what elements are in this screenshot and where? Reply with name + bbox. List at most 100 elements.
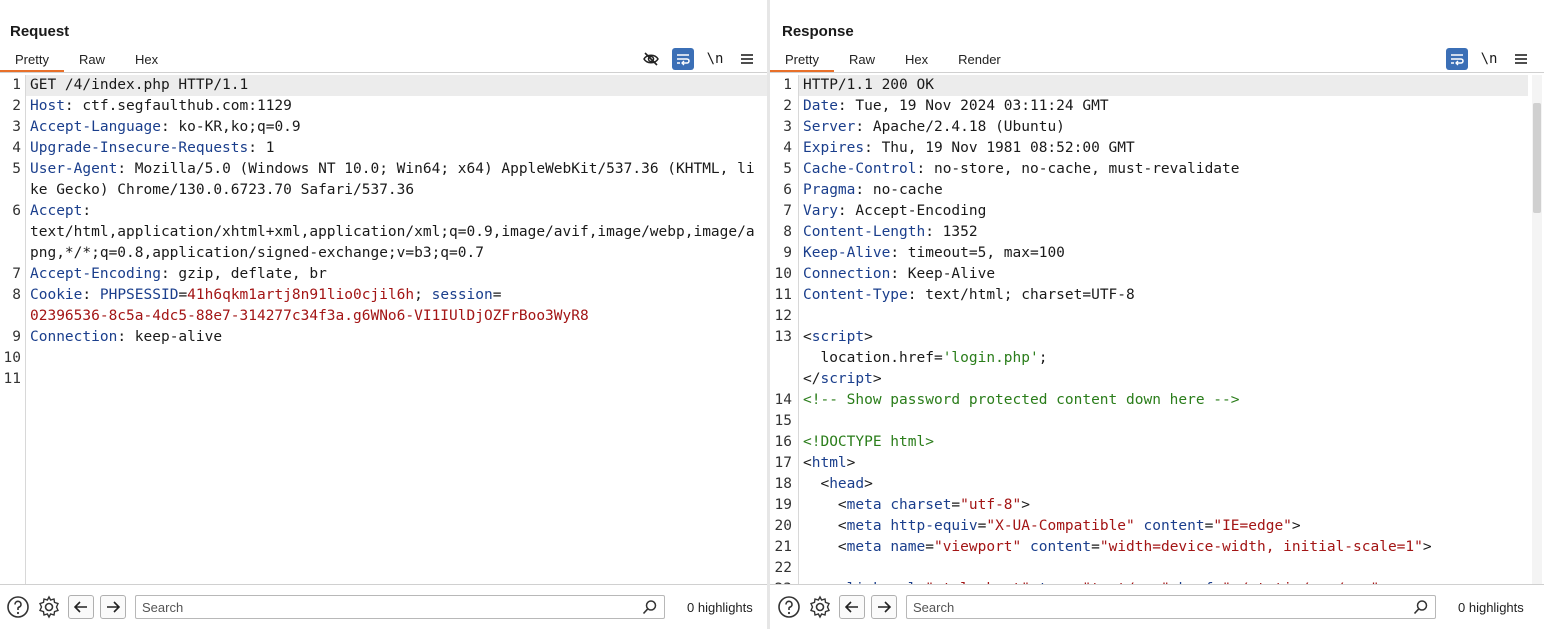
code-line[interactable]: 5 Cache-Control: no-store, no-cache, must… — [770, 159, 1544, 180]
code-line[interactable]: 4 Expires: Thu, 19 Nov 1981 08:52:00 GMT — [770, 138, 1544, 159]
line-number: 12 — [774, 308, 792, 324]
forward-button[interactable] — [871, 595, 897, 619]
code-token: http-equiv — [890, 518, 978, 534]
request-editor[interactable]: 1 GET /4/index.php HTTP/1.1 2 Host: ctf.seg… — [0, 75, 767, 584]
response-editor[interactable]: 1 HTTP/1.1 200 OK 2 Date: Tue, 19 Nov 2024 … — [770, 75, 1544, 584]
code-line[interactable]: 7 Accept-Encoding: gzip, deflate, br — [0, 264, 767, 285]
code-token: session — [431, 287, 493, 303]
code-line[interactable]: 1 HTTP/1.1 200 OK — [770, 75, 1544, 96]
wrap-lines-icon[interactable] — [1446, 48, 1468, 70]
code-token: Date — [803, 98, 838, 114]
code-line[interactable]: 17 <html> — [770, 453, 1544, 474]
line-number: 8 — [783, 224, 792, 240]
wrap-lines-icon[interactable] — [672, 48, 694, 70]
line-content: Content-Length: 1352 — [798, 222, 1528, 243]
code-token: meta — [846, 539, 882, 555]
newline-icon[interactable]: \n — [1478, 48, 1500, 70]
help-icon[interactable] — [776, 594, 802, 620]
highlights-count: 0 highlights — [687, 599, 753, 615]
line-number: 4 — [12, 140, 21, 156]
code-line[interactable]: 8 Content-Length: 1352 — [770, 222, 1544, 243]
code-line[interactable]: 8 Cookie: PHPSESSID=41h6qkm1artj8n91lio0c… — [0, 285, 767, 327]
line-content: GET /4/index.php HTTP/1.1 — [25, 75, 767, 96]
line-content: Keep-Alive: timeout=5, max=100 — [798, 243, 1528, 264]
newline-icon[interactable]: \n — [704, 48, 726, 70]
code-line[interactable]: 1 GET /4/index.php HTTP/1.1 — [0, 75, 767, 96]
line-number: 9 — [783, 245, 792, 261]
forward-button[interactable] — [100, 595, 126, 619]
code-line[interactable]: 20 <meta http-equiv="X-UA-Compatible" co… — [770, 516, 1544, 537]
code-token: Accept — [30, 203, 83, 219]
code-token: ; — [414, 287, 432, 303]
line-content: User-Agent: Mozilla/5.0 (Windows NT 10.0… — [25, 159, 767, 201]
request-tabs: Pretty Raw Hex — [0, 50, 173, 72]
code-line[interactable]: 2 Host: ctf.segfaulthub.com:1129 — [0, 96, 767, 117]
code-token: = — [925, 539, 934, 555]
tab-raw[interactable]: Raw — [64, 50, 120, 72]
code-line[interactable]: 9 Keep-Alive: timeout=5, max=100 — [770, 243, 1544, 264]
code-line[interactable]: 12 — [770, 306, 1544, 327]
code-line[interactable]: 21 <meta name="viewport" content="width=… — [770, 537, 1544, 558]
tab-pretty[interactable]: Pretty — [0, 50, 64, 72]
tab-render[interactable]: Render — [943, 50, 1016, 72]
code-line[interactable]: 13 <script> location.href='login.php'; </… — [770, 327, 1544, 390]
gear-icon[interactable] — [807, 594, 833, 620]
search-icon[interactable] — [1413, 599, 1429, 615]
code-line[interactable]: 22 — [770, 558, 1544, 579]
line-number: 7 — [783, 203, 792, 219]
tab-hex[interactable]: Hex — [120, 50, 173, 72]
menu-icon[interactable] — [1510, 48, 1532, 70]
code-token: content — [1143, 518, 1205, 534]
code-line[interactable]: 9 Connection: keep-alive — [0, 327, 767, 348]
code-line[interactable]: 10 Connection: Keep-Alive — [770, 264, 1544, 285]
code-line[interactable]: 11 — [0, 369, 767, 390]
code-line[interactable]: 3 Server: Apache/2.4.18 (Ubuntu) — [770, 117, 1544, 138]
line-content: Accept: text/html,application/xhtml+xml,… — [25, 201, 767, 264]
search-icon[interactable] — [642, 599, 658, 615]
response-search-input[interactable] — [913, 599, 1413, 615]
help-icon[interactable] — [5, 594, 31, 620]
back-button[interactable] — [68, 595, 94, 619]
back-button[interactable] — [839, 595, 865, 619]
code-token: < — [803, 455, 812, 471]
code-line[interactable]: 16 <!DOCTYPE html> — [770, 432, 1544, 453]
code-token: meta — [846, 518, 882, 534]
code-line[interactable]: 11 Content-Type: text/html; charset=UTF-8 — [770, 285, 1544, 306]
code-token: "IE=edge" — [1213, 518, 1292, 534]
code-line[interactable]: 14 <!-- Show password protected content d… — [770, 390, 1544, 411]
tab-hex[interactable]: Hex — [890, 50, 943, 72]
code-token: Pragma — [803, 182, 856, 198]
line-number: 8 — [12, 287, 21, 303]
tab-raw[interactable]: Raw — [834, 50, 890, 72]
code-line[interactable]: 4 Upgrade-Insecure-Requests: 1 — [0, 138, 767, 159]
menu-icon[interactable] — [736, 48, 758, 70]
code-line[interactable]: 6 Accept: text/html,application/xhtml+xml… — [0, 201, 767, 264]
code-line[interactable]: 18 <head> — [770, 474, 1544, 495]
response-footer: 0 highlights — [770, 584, 1544, 629]
response-title: Response — [782, 23, 854, 40]
code-token: <!-- Show password protected content dow… — [803, 392, 1240, 408]
code-line[interactable]: 19 <meta charset="utf-8"> — [770, 495, 1544, 516]
code-token: = — [951, 497, 961, 513]
code-line[interactable]: 2 Date: Tue, 19 Nov 2024 03:11:24 GMT — [770, 96, 1544, 117]
scrollbar-thumb[interactable] — [1533, 103, 1541, 213]
eye-slash-icon[interactable] — [640, 48, 662, 70]
code-line[interactable]: 15 — [770, 411, 1544, 432]
code-token: 02396536-8c5a-4dc5-88e7-314277c34f3a.g6W… — [30, 308, 589, 324]
code-line[interactable]: 10 — [0, 348, 767, 369]
line-number: 13 — [774, 329, 792, 345]
code-token: > — [1021, 497, 1030, 513]
code-line[interactable]: 6 Pragma: no-cache — [770, 180, 1544, 201]
gear-icon[interactable] — [36, 594, 62, 620]
code-line[interactable]: 3 Accept-Language: ko-KR,ko;q=0.9 — [0, 117, 767, 138]
tab-pretty[interactable]: Pretty — [770, 50, 834, 72]
response-scrollbar[interactable] — [1532, 75, 1542, 584]
line-content: Vary: Accept-Encoding — [798, 201, 1528, 222]
code-line[interactable]: 7 Vary: Accept-Encoding — [770, 201, 1544, 222]
code-token: < — [803, 539, 847, 555]
code-token: 41h6qkm1artj8n91lio0cjil6h — [187, 287, 415, 303]
request-search-input[interactable] — [142, 599, 642, 615]
code-line[interactable]: 5 User-Agent: Mozilla/5.0 (Windows NT 10.… — [0, 159, 767, 201]
code-token: : text/html; charset=UTF-8 — [907, 287, 1135, 303]
code-token: HTTP/1.1 200 OK — [803, 77, 934, 93]
